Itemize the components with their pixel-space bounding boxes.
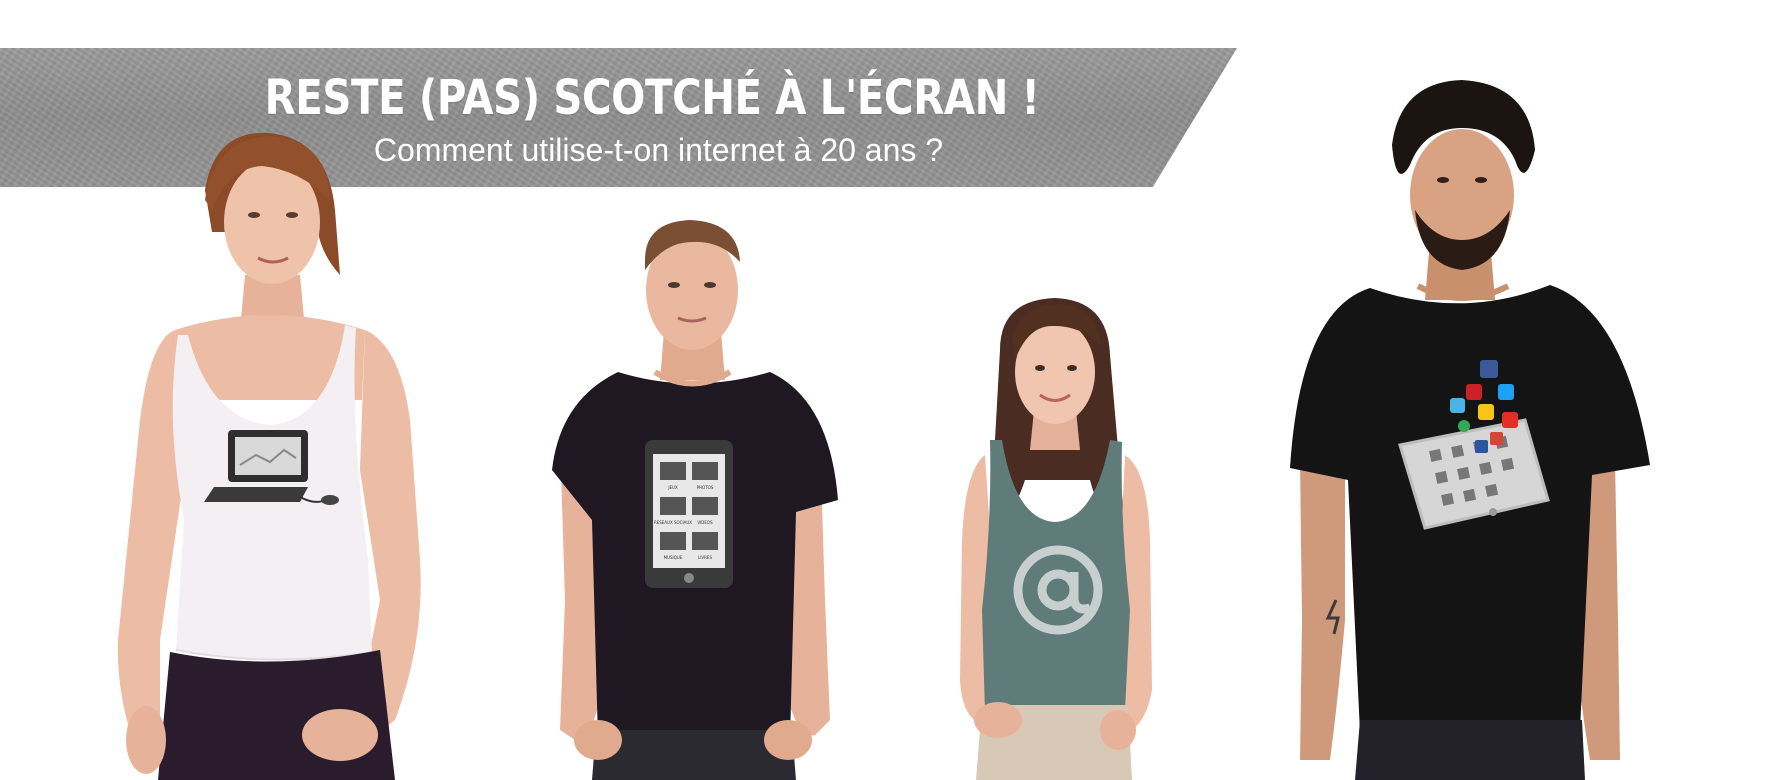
- person-man-black-tshirt: [1290, 80, 1650, 780]
- people-photo: JEUX PHOTOS RESEAUX SOCIAUX VIDEOS MUSIQ…: [117, 80, 1650, 780]
- app-label-musique: MUSIQUE: [664, 555, 683, 560]
- person-woman-white-tank: [117, 132, 421, 780]
- app-label-reseaux: RESEAUX SOCIAUX: [654, 520, 692, 525]
- smartphone-icon: JEUX PHOTOS RESEAUX SOCIAUX VIDEOS MUSIQ…: [645, 440, 733, 588]
- app-label-livres: LIVRES: [698, 555, 712, 560]
- app-label-videos: VIDEOS: [697, 520, 713, 525]
- person-woman-teal-tank: [960, 298, 1152, 780]
- app-label-photos: PHOTOS: [697, 485, 714, 490]
- app-label-jeux: JEUX: [667, 485, 678, 490]
- person-man-dark-tshirt: JEUX PHOTOS RESEAUX SOCIAUX VIDEOS MUSIQ…: [552, 220, 838, 780]
